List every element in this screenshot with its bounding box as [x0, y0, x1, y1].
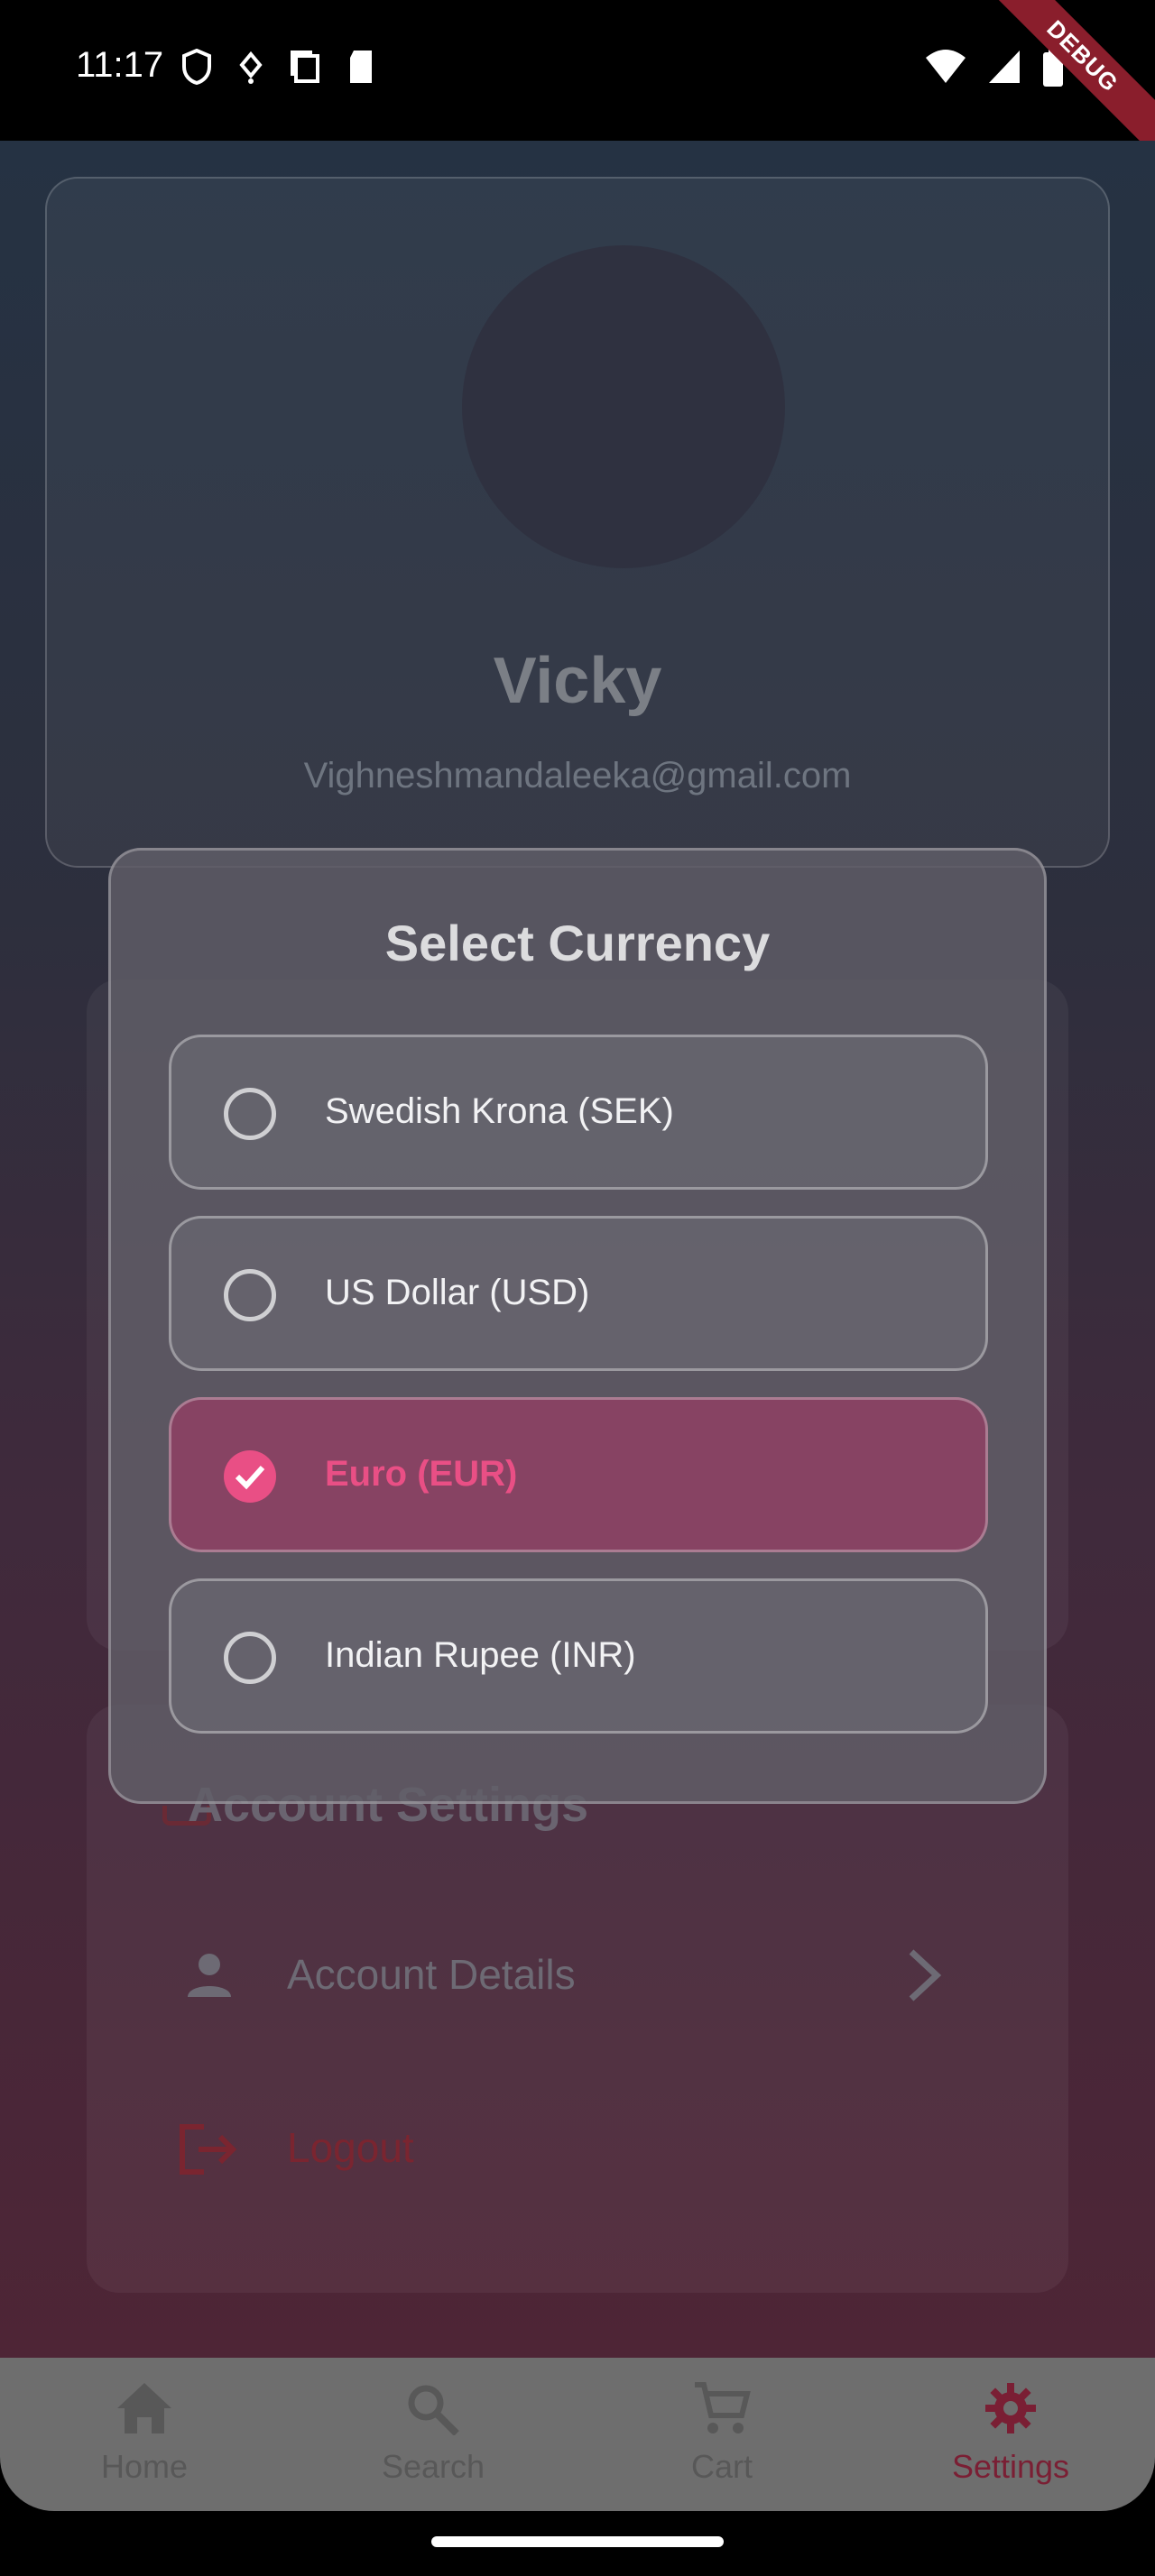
nav-cart[interactable]: Cart [578, 2358, 866, 2511]
radio-unchecked-icon [224, 1269, 276, 1321]
wifi-icon [926, 50, 966, 83]
check-circle-icon [224, 1450, 276, 1503]
home-indicator[interactable] [431, 2536, 724, 2547]
nav-cart-label: Cart [690, 2448, 753, 2485]
nav-home[interactable]: Home [0, 2358, 289, 2511]
chevron-right-icon[interactable] [899, 1948, 949, 2002]
currency-option-eur[interactable]: Euro (EUR) [169, 1397, 988, 1552]
profile-card: Vicky Vighneshmandaleeka@gmail.com [45, 177, 1110, 868]
profile-name: Vicky [493, 645, 662, 717]
currency-option-sek[interactable]: Swedish Krona (SEK) [169, 1035, 988, 1190]
home-icon [117, 2383, 171, 2433]
status-icons-left [180, 49, 375, 85]
signal-icon [989, 51, 1020, 83]
settings-icon [985, 2383, 1036, 2433]
nav-settings-label: Settings [951, 2448, 1070, 2485]
location-icon [239, 51, 263, 84]
profile-email: Vighneshmandaleeka@gmail.com [303, 756, 852, 796]
search-icon [408, 2385, 459, 2435]
select-currency-dialog: Select Currency Swedish Krona (SEK) US D… [108, 848, 1047, 1804]
nav-search[interactable]: Search [289, 2358, 578, 2511]
currency-option-label: US Dollar (USD) [325, 1273, 590, 1312]
person-icon [188, 1954, 231, 1997]
currency-option-inr[interactable]: Indian Rupee (INR) [169, 1578, 988, 1734]
account-details-item[interactable]: Account Details [287, 1950, 576, 1999]
copy-icon [291, 51, 319, 83]
currency-option-label: Euro (EUR) [325, 1454, 518, 1494]
currency-option-label: Swedish Krona (SEK) [325, 1091, 674, 1131]
sd-card-icon [350, 51, 372, 83]
status-icons-right [924, 49, 1065, 87]
bottom-navigation: Home Search Cart Settings [0, 2358, 1155, 2511]
currency-option-label: Indian Rupee (INR) [325, 1635, 636, 1675]
cart-icon [695, 2382, 751, 2433]
avatar[interactable] [462, 245, 785, 568]
status-bar: 11:17 DEBUG [0, 0, 1155, 166]
nav-settings[interactable]: Settings [866, 2358, 1155, 2511]
radio-unchecked-icon [224, 1088, 276, 1140]
logout-button[interactable]: Logout [287, 2123, 414, 2172]
dialog-title: Select Currency [384, 915, 771, 971]
status-time: 11:17 [76, 45, 164, 85]
radio-unchecked-icon [224, 1632, 276, 1684]
nav-home-label: Home [100, 2448, 189, 2485]
nav-search-label: Search [381, 2448, 485, 2485]
currency-option-usd[interactable]: US Dollar (USD) [169, 1216, 988, 1371]
logout-icon[interactable] [177, 2121, 240, 2177]
shield-icon [182, 49, 211, 85]
